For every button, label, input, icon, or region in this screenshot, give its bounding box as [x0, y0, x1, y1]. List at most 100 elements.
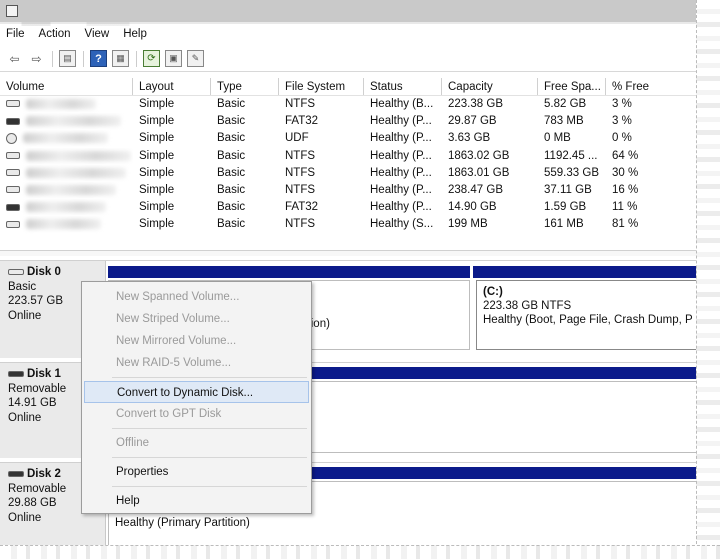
partition-bar — [108, 266, 470, 278]
refresh-icon[interactable]: ⟳ — [143, 50, 160, 67]
redacted-volume-name — [26, 202, 106, 213]
file-system-cell: NTFS — [285, 166, 316, 179]
table-row[interactable]: Simple Basic NTFS Healthy (P... 238.47 GB 37.… — [0, 182, 700, 199]
free-space-cell: 783 MB — [544, 115, 584, 128]
column-header-file-system[interactable]: File System — [279, 78, 364, 95]
capacity-cell: 14.90 GB — [448, 201, 497, 214]
file-system-cell: NTFS — [285, 218, 316, 231]
drive-icon — [6, 220, 20, 228]
partition-bar — [473, 266, 700, 278]
layout-cell: Simple — [139, 166, 175, 179]
connect-icon[interactable]: ▣ — [165, 50, 182, 67]
status-cell: Healthy (B... — [370, 98, 434, 110]
type-cell: Basic — [217, 115, 246, 128]
table-row[interactable]: Simple Basic FAT32 Healthy (P... 14.90 GB 1.5… — [0, 199, 700, 216]
redacted-volume-name — [26, 219, 101, 230]
disk-context-menu: New Spanned Volume... New Striped Volume.… — [81, 281, 312, 514]
layout-cell: Simple — [139, 218, 175, 231]
table-row[interactable]: Simple Basic NTFS Healthy (B... 223.38 GB 5.8… — [0, 96, 700, 113]
percent-free-cell: 3 % — [612, 98, 632, 110]
capacity-cell: 199 MB — [448, 218, 488, 231]
volume-cell — [0, 96, 133, 113]
column-header-percent-free[interactable]: % Free — [606, 78, 700, 95]
menu-file[interactable]: File — [6, 28, 25, 40]
free-space-cell: 0 MB — [544, 132, 571, 145]
column-header-type[interactable]: Type — [211, 78, 279, 95]
type-cell: Basic — [217, 132, 246, 145]
menu-action[interactable]: Action — [39, 28, 71, 40]
menu-separator — [112, 377, 307, 378]
column-header-capacity[interactable]: Capacity — [442, 78, 538, 95]
capacity-cell: 1863.01 GB — [448, 166, 510, 179]
drive-icon — [6, 169, 20, 177]
column-header-free-space[interactable]: Free Spa... — [538, 78, 606, 95]
disk-0-name-line: Disk 0 — [8, 265, 105, 280]
status-cell: Healthy (P... — [370, 201, 432, 214]
volume-list-header: Volume Layout Type File System Status Ca… — [0, 78, 700, 96]
free-space-cell: 37.11 GB — [544, 183, 592, 196]
wizard-icon[interactable]: ✎ — [187, 50, 204, 67]
volume-cell — [0, 130, 133, 147]
capacity-cell: 1863.02 GB — [448, 149, 510, 162]
table-row[interactable]: Simple Basic NTFS Healthy (P... 1863.01 GB 55… — [0, 165, 700, 182]
back-arrow-icon[interactable]: ⇦ — [6, 50, 23, 67]
cd-drive-icon — [6, 132, 17, 144]
type-cell: Basic — [217, 183, 246, 196]
menu-view[interactable]: View — [85, 28, 110, 40]
properties-icon[interactable]: ▦ — [112, 50, 129, 67]
status-cell: Healthy (P... — [370, 149, 432, 162]
free-space-cell: 1.59 GB — [544, 201, 587, 214]
removable-disk-icon — [8, 371, 24, 378]
partition-c-name: (C:) — [483, 286, 503, 298]
console-tree-icon[interactable]: ▤ — [59, 50, 76, 67]
partition-c[interactable]: (C:) 223.38 GB NTFS Healthy (Boot, Page … — [476, 280, 700, 350]
redacted-volume-name — [26, 150, 131, 161]
title-bar — [0, 0, 720, 26]
torn-edge-bottom — [0, 545, 720, 559]
layout-cell: Simple — [139, 183, 175, 196]
free-space-cell: 161 MB — [544, 218, 584, 231]
free-space-cell: 5.82 GB — [544, 98, 587, 110]
menu-item-convert-to-gpt-disk: Convert to GPT Disk — [116, 408, 222, 420]
table-row[interactable]: Simple Basic NTFS Healthy (S... 199 MB 161 MB… — [0, 216, 700, 233]
volume-cell — [0, 113, 133, 130]
table-row[interactable]: Simple Basic NTFS Healthy (P... 1863.02 GB 11… — [0, 148, 700, 165]
pane-splitter[interactable] — [0, 250, 700, 256]
removable-drive-icon — [6, 203, 20, 211]
menu-help[interactable]: Help — [123, 28, 147, 40]
column-header-status[interactable]: Status — [364, 78, 442, 95]
menu-separator — [112, 457, 307, 458]
redacted-volume-name — [26, 98, 96, 109]
menu-item-properties[interactable]: Properties — [82, 461, 311, 483]
menu-item-offline: Offline — [116, 437, 150, 449]
toolbar-separator — [52, 50, 53, 67]
menu-separator — [112, 428, 307, 429]
type-cell: Basic — [217, 166, 246, 179]
redacted-volume-name — [26, 116, 121, 127]
volume-cell — [0, 148, 133, 165]
toolbar-separator — [136, 50, 137, 67]
table-row[interactable]: Simple Basic UDF Healthy (P... 3.63 GB 0 MB 0 … — [0, 130, 700, 147]
menu-item-convert-to-dynamic-disk[interactable]: Convert to Dynamic Disk... — [84, 381, 309, 403]
app-icon — [6, 5, 18, 17]
forward-arrow-icon[interactable]: ⇨ — [28, 50, 45, 67]
menu-item-new-spanned-volume: New Spanned Volume... — [116, 291, 240, 303]
type-cell: Basic — [217, 218, 246, 231]
redacted-volume-name — [23, 133, 108, 144]
menu-item-help[interactable]: Help — [82, 490, 311, 512]
column-header-volume[interactable]: Volume — [0, 78, 133, 95]
drive-icon — [6, 100, 20, 108]
percent-free-cell: 0 % — [612, 132, 632, 145]
percent-free-cell: 16 % — [612, 183, 639, 196]
table-row[interactable]: Simple Basic FAT32 Healthy (P... 29.87 GB 783… — [0, 113, 700, 130]
status-cell: Healthy (S... — [370, 218, 434, 231]
volume-cell — [0, 165, 133, 182]
file-system-cell: FAT32 — [285, 115, 319, 128]
column-header-layout[interactable]: Layout — [133, 78, 211, 95]
type-cell: Basic — [217, 98, 246, 110]
help-icon[interactable]: ? — [90, 50, 107, 67]
percent-free-cell: 64 % — [612, 149, 639, 162]
free-space-cell: 1192.45 ... — [544, 149, 598, 162]
layout-cell: Simple — [139, 98, 175, 110]
volume-cell — [0, 216, 133, 233]
